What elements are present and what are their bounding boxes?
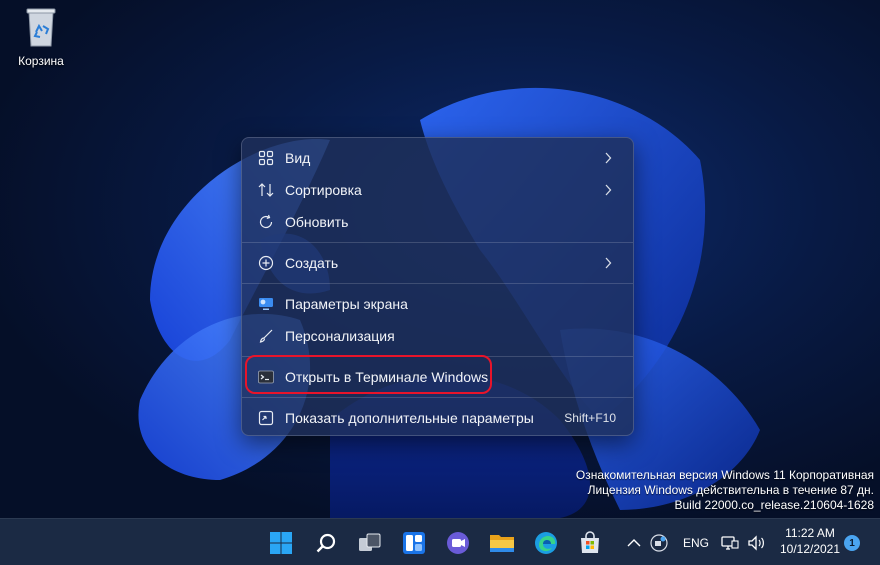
- menu-separator: [242, 283, 633, 284]
- grid-icon: [257, 149, 275, 167]
- watermark-line-1: Ознакомительная версия Windows 11 Корпор…: [575, 468, 874, 482]
- menu-item-sort[interactable]: Сортировка: [247, 175, 628, 205]
- chevron-right-icon: [600, 184, 616, 196]
- menu-item-refresh[interactable]: Обновить: [247, 207, 628, 237]
- menu-item-display-settings[interactable]: Параметры экрана: [247, 289, 628, 319]
- menu-item-label: Обновить: [285, 214, 349, 230]
- chat-icon: [447, 532, 469, 554]
- desktop-context-menu: Вид Сортировка Обновить Создать Параметр…: [241, 137, 634, 436]
- volume-icon: [748, 535, 764, 551]
- volume-button[interactable]: [743, 527, 769, 559]
- sort-icon: [257, 181, 275, 199]
- task-view-button[interactable]: [354, 527, 386, 559]
- menu-item-new[interactable]: Создать: [247, 248, 628, 278]
- language-indicator[interactable]: ENG: [683, 536, 709, 550]
- plus-circle-icon: [257, 254, 275, 272]
- edge-icon: [535, 532, 557, 554]
- edge-button[interactable]: [530, 527, 562, 559]
- terminal-highlight-annotation: [245, 355, 492, 394]
- menu-item-label: Вид: [285, 150, 311, 166]
- search-button[interactable]: [310, 527, 342, 559]
- menu-item-label: Параметры экрана: [285, 296, 408, 312]
- system-clock[interactable]: 11:22 AM 10/12/2021: [778, 525, 842, 557]
- file-explorer-button[interactable]: [486, 527, 518, 559]
- recycle-bin-shortcut[interactable]: Корзина: [12, 6, 70, 76]
- menu-item-view[interactable]: Вид: [247, 143, 628, 173]
- watermark-line-3: Build 22000.co_release.210604-1628: [674, 498, 875, 512]
- display-settings-icon: [257, 295, 275, 313]
- recycle-bin-icon: [26, 8, 56, 47]
- brush-icon: [257, 327, 275, 345]
- refresh-icon: [257, 213, 275, 231]
- chevron-up-icon: [627, 539, 641, 547]
- recycle-bin-label: Корзина: [18, 54, 64, 68]
- task-view-icon: [359, 533, 381, 551]
- store-icon: [581, 531, 599, 553]
- network-icon: [721, 536, 739, 550]
- evaluation-watermark: Ознакомительная версия Windows 11 Корпор…: [576, 468, 874, 513]
- clock-time: 11:22 AM: [785, 526, 835, 540]
- network-button[interactable]: [717, 527, 743, 559]
- chevron-right-icon: [600, 257, 616, 269]
- widgets-icon: [403, 532, 425, 554]
- menu-separator: [242, 242, 633, 243]
- show-hidden-icons-button[interactable]: [622, 527, 646, 559]
- menu-item-label: Персонализация: [285, 328, 395, 344]
- notification-badge[interactable]: 1: [844, 535, 860, 551]
- watermark-line-2: Лицензия Windows действительна в течение…: [587, 483, 874, 497]
- taskbar: ENG 11:22 AM 10/12/2021 1: [0, 518, 880, 565]
- menu-item-label: Сортировка: [285, 182, 362, 198]
- menu-separator: [242, 397, 633, 398]
- store-button[interactable]: [574, 527, 606, 559]
- menu-item-personalize[interactable]: Персонализация: [247, 321, 628, 351]
- menu-item-label: Показать дополнительные параметры: [285, 410, 534, 426]
- more-options-icon: [257, 409, 275, 427]
- chevron-right-icon: [600, 152, 616, 164]
- chat-tray-icon: [650, 534, 668, 552]
- shortcut-hint: Shift+F10: [564, 411, 616, 425]
- menu-item-label: Создать: [285, 255, 339, 271]
- file-explorer-icon: [490, 535, 514, 552]
- chat-button[interactable]: [442, 527, 474, 559]
- widgets-button[interactable]: [398, 527, 430, 559]
- start-button[interactable]: [265, 527, 297, 559]
- desktop[interactable]: Корзина Ознакомительная версия Windows 1…: [0, 0, 880, 518]
- clock-date: 10/12/2021: [779, 542, 841, 556]
- start-icon: [270, 532, 292, 554]
- teams-tray-button[interactable]: [646, 527, 672, 559]
- menu-item-show-more-options[interactable]: Показать дополнительные параметры Shift+…: [247, 403, 628, 433]
- search-icon: [316, 533, 336, 553]
